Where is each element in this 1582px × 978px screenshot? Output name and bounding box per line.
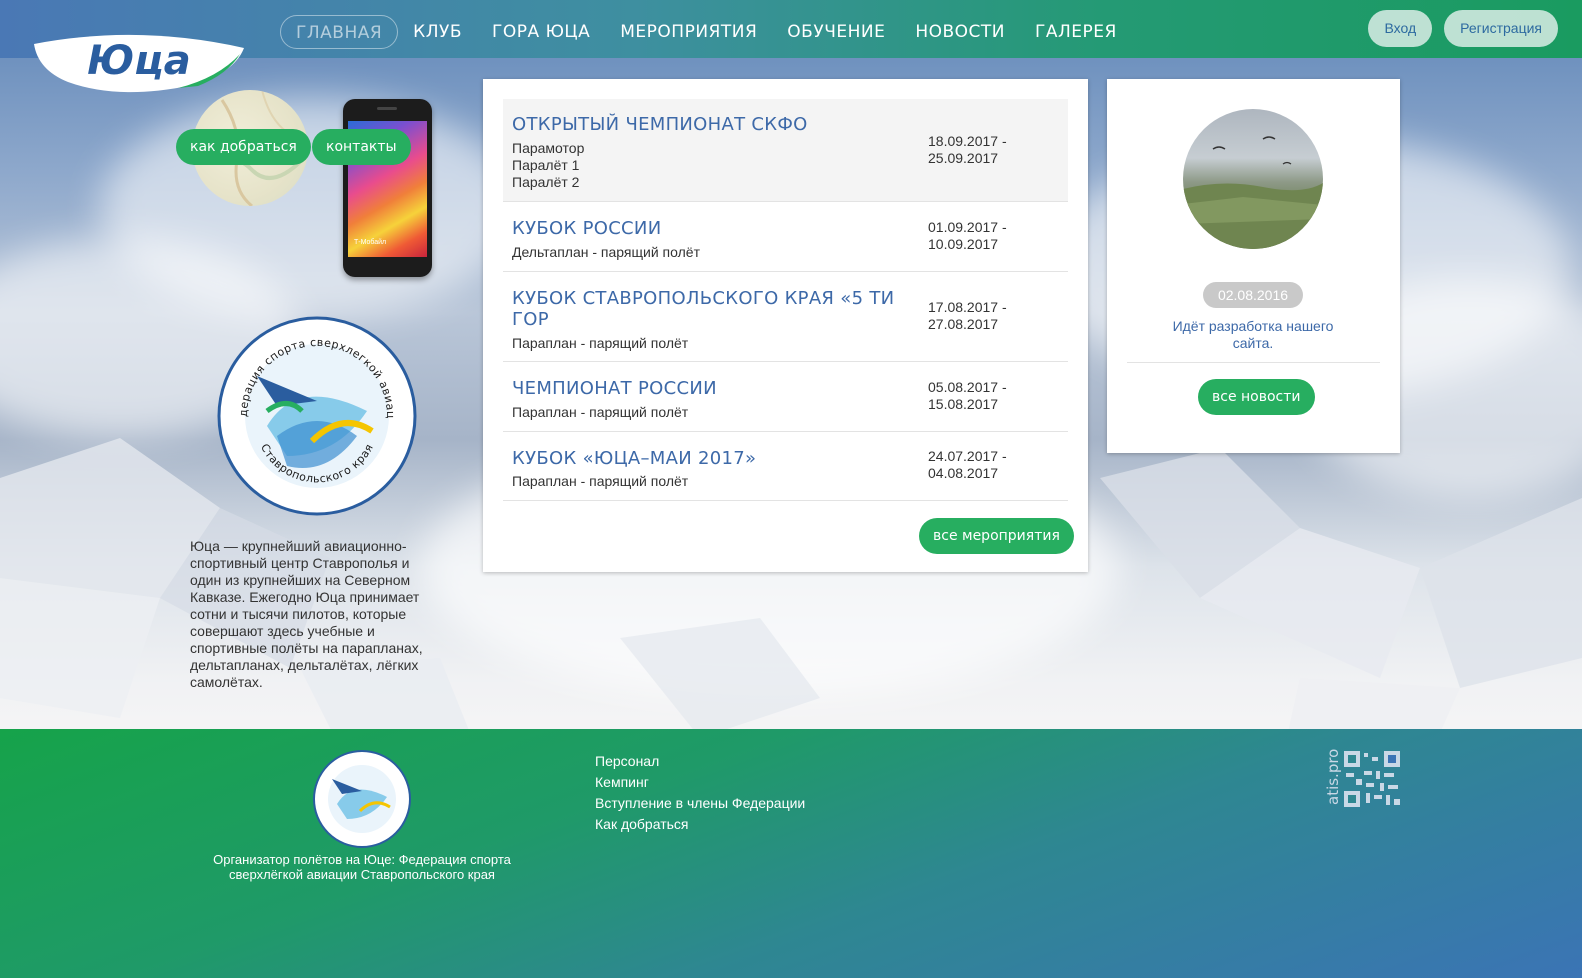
nav-item-home[interactable]: ГЛАВНАЯ bbox=[280, 15, 399, 49]
news-text[interactable]: Идёт разработка нашего сайта. bbox=[1153, 318, 1353, 352]
event-date-from: 01.09.2017 - bbox=[928, 219, 1007, 235]
nav-item-club[interactable]: КЛУБ bbox=[398, 15, 477, 49]
event-subtitle: Паралёт 1 bbox=[512, 157, 580, 173]
event-title[interactable]: КУБОК «ЮЦА–МАИ 2017» bbox=[512, 448, 902, 469]
event-row[interactable]: КУБОК СТАВРОПОЛЬСКОГО КРАЯ «5 ТИ ГОР Пар… bbox=[503, 272, 1068, 362]
about-text: Юца — крупнейший авиационно-спортивный ц… bbox=[190, 538, 423, 690]
phone-screen-label: Т-Мобайл bbox=[354, 239, 387, 246]
news-date-badge: 02.08.2016 bbox=[1203, 282, 1303, 308]
event-date-to: 27.08.2017 bbox=[928, 316, 999, 332]
nav-item-gallery[interactable]: ГАЛЕРЕЯ bbox=[1020, 15, 1132, 49]
footer-link-camping[interactable]: Кемпинг bbox=[595, 772, 805, 793]
event-date-to: 15.08.2017 bbox=[928, 396, 999, 412]
atis-label: atis.pro bbox=[1324, 749, 1342, 805]
event-subtitle: Парамотор bbox=[512, 140, 585, 156]
nav-item-training[interactable]: ОБУЧЕНИЕ bbox=[772, 15, 900, 49]
auth-buttons: Вход Регистрация bbox=[1368, 10, 1558, 47]
news-divider bbox=[1127, 362, 1380, 363]
directions-button[interactable]: как добраться bbox=[176, 129, 311, 165]
main-nav: ГЛАВНАЯ КЛУБ ГОРА ЮЦА МЕРОПРИЯТИЯ ОБУЧЕН… bbox=[280, 15, 1132, 49]
all-news-button[interactable]: все новости bbox=[1198, 379, 1315, 415]
footer-link-membership[interactable]: Вступление в члены Федерации bbox=[595, 793, 805, 814]
site-footer: Организатор полётов на Юце: Федерация сп… bbox=[0, 729, 1582, 978]
register-button[interactable]: Регистрация bbox=[1444, 10, 1558, 47]
event-title[interactable]: КУБОК СТАВРОПОЛЬСКОГО КРАЯ «5 ТИ ГОР bbox=[512, 288, 902, 330]
footer-organizer-text: Организатор полётов на Юце: Федерация сп… bbox=[213, 852, 511, 882]
event-row[interactable]: КУБОК «ЮЦА–МАИ 2017» Параплан - парящий … bbox=[503, 432, 1068, 501]
event-subtitle: Параплан - парящий полёт bbox=[512, 473, 689, 489]
event-date-from: 05.08.2017 - bbox=[928, 379, 1007, 395]
login-button[interactable]: Вход bbox=[1368, 10, 1433, 47]
site-logo[interactable]: Юца bbox=[28, 30, 250, 96]
event-date-to: 10.09.2017 bbox=[928, 236, 999, 252]
event-date-from: 18.09.2017 - bbox=[928, 133, 1007, 149]
footer-link-staff[interactable]: Персонал bbox=[595, 751, 805, 772]
event-date-from: 17.08.2017 - bbox=[928, 299, 1007, 315]
federation-logo: Федерация спорта сверхлегкой авиации Ста… bbox=[217, 316, 417, 516]
event-date-to: 04.08.2017 bbox=[928, 465, 999, 481]
contacts-button[interactable]: контакты bbox=[312, 129, 411, 165]
event-title[interactable]: КУБОК РОССИИ bbox=[512, 218, 902, 239]
phone-image[interactable]: Т-Мобайл bbox=[343, 99, 432, 277]
footer-federation-logo[interactable] bbox=[312, 749, 412, 849]
all-events-button[interactable]: все мероприятия bbox=[919, 518, 1074, 554]
event-subtitle: Дельтаплан - парящий полёт bbox=[512, 244, 700, 260]
nav-item-events[interactable]: МЕРОПРИЯТИЯ bbox=[605, 15, 772, 49]
footer-link-directions[interactable]: Как добраться bbox=[595, 814, 805, 835]
event-date-from: 24.07.2017 - bbox=[928, 448, 1007, 464]
logo-text: Юца bbox=[87, 38, 191, 84]
news-image[interactable] bbox=[1183, 109, 1323, 249]
nav-item-news[interactable]: НОВОСТИ bbox=[900, 15, 1020, 49]
nav-item-mountain[interactable]: ГОРА ЮЦА bbox=[477, 15, 605, 49]
event-row[interactable]: КУБОК РОССИИ Дельтаплан - парящий полёт … bbox=[503, 202, 1068, 272]
footer-links: Персонал Кемпинг Вступление в члены Феде… bbox=[595, 751, 805, 835]
events-panel: ОТКРЫТЫЙ ЧЕМПИОНАТ СКФО Парамотор Паралё… bbox=[483, 79, 1088, 572]
event-title[interactable]: ЧЕМПИОНАТ РОССИИ bbox=[512, 378, 902, 399]
event-subtitle: Параплан - парящий полёт bbox=[512, 404, 689, 420]
news-panel: 02.08.2016 Идёт разработка нашего сайта.… bbox=[1107, 79, 1400, 453]
phone-speaker bbox=[377, 107, 397, 110]
atis-qr-logo[interactable]: atis.pro bbox=[1322, 749, 1402, 809]
event-date-to: 25.09.2017 bbox=[928, 150, 999, 166]
event-row[interactable]: ОТКРЫТЫЙ ЧЕМПИОНАТ СКФО Парамотор Паралё… bbox=[503, 99, 1068, 202]
event-row[interactable]: ЧЕМПИОНАТ РОССИИ Параплан - парящий полё… bbox=[503, 362, 1068, 432]
event-subtitle: Паралёт 2 bbox=[512, 174, 580, 190]
event-subtitle: Параплан - парящий полёт bbox=[512, 335, 689, 351]
event-title[interactable]: ОТКРЫТЫЙ ЧЕМПИОНАТ СКФО bbox=[512, 114, 902, 135]
